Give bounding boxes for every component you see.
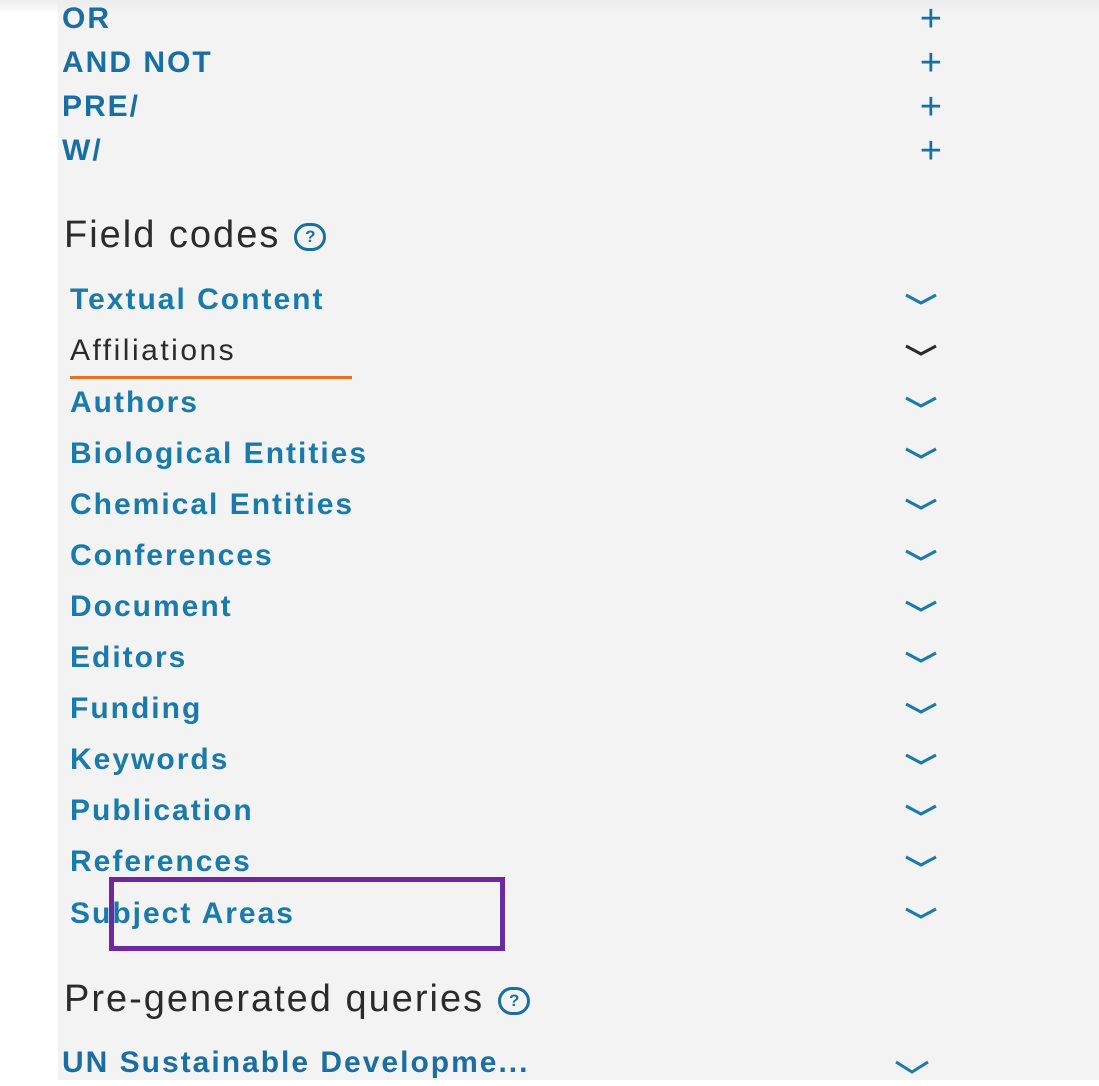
field-code-biological-entities[interactable]: Biological Entities — [70, 437, 938, 481]
field-code-textual-content[interactable]: Textual Content — [70, 283, 938, 327]
field-codes-title: Field codes — [64, 214, 281, 256]
chevron-down-icon[interactable] — [904, 802, 938, 820]
operator-label: W/ — [62, 134, 103, 167]
chevron-down-icon[interactable] — [904, 342, 938, 360]
field-codes-heading: Field codes? — [64, 214, 327, 257]
plus-icon[interactable]: + — [920, 42, 944, 85]
field-code-label: Keywords — [70, 743, 230, 776]
operator-w[interactable]: W/ + — [62, 130, 944, 174]
chevron-down-icon[interactable] — [894, 1058, 930, 1076]
operator-or[interactable]: OR + — [62, 0, 944, 42]
help-icon[interactable]: ? — [294, 222, 327, 251]
field-code-document[interactable]: Document — [70, 590, 938, 634]
pregenerated-item-un-sdg[interactable]: UN Sustainable Developme... — [62, 1046, 932, 1086]
field-code-label: Conferences — [70, 539, 274, 572]
highlight-box-subject-areas — [109, 877, 505, 951]
field-code-label-active: Affiliations — [70, 334, 237, 367]
chevron-down-icon[interactable] — [904, 394, 938, 412]
chevron-down-icon[interactable] — [904, 598, 938, 616]
plus-icon[interactable]: + — [920, 86, 944, 129]
field-code-label: Chemical Entities — [70, 488, 355, 521]
field-code-label: References — [70, 845, 252, 878]
field-code-editors[interactable]: Editors — [70, 641, 938, 685]
field-code-label: Editors — [70, 641, 188, 674]
field-code-label: Publication — [70, 794, 254, 827]
pregenerated-queries-heading: Pre-generated queries? — [64, 978, 531, 1021]
help-icon[interactable]: ? — [498, 986, 531, 1015]
field-code-publication[interactable]: Publication — [70, 794, 938, 838]
field-code-label: Biological Entities — [70, 437, 369, 470]
field-code-label: Textual Content — [70, 283, 325, 316]
operator-label: PRE/ — [62, 90, 141, 123]
operator-pre[interactable]: PRE/ + — [62, 86, 944, 130]
field-code-funding[interactable]: Funding — [70, 692, 938, 736]
chevron-down-icon[interactable] — [904, 547, 938, 565]
chevron-down-icon[interactable] — [904, 700, 938, 718]
pregenerated-queries-title: Pre-generated queries — [64, 978, 485, 1020]
active-underline — [70, 376, 352, 379]
field-code-authors[interactable]: Authors — [70, 386, 938, 430]
field-code-chemical-entities[interactable]: Chemical Entities — [70, 488, 938, 532]
field-code-affiliations[interactable]: Affiliations — [70, 334, 938, 379]
chevron-down-icon[interactable] — [904, 649, 938, 667]
operator-label: AND NOT — [62, 46, 213, 79]
field-code-keywords[interactable]: Keywords — [70, 743, 938, 787]
plus-icon[interactable]: + — [920, 0, 944, 41]
chevron-down-icon[interactable] — [904, 751, 938, 769]
chevron-down-icon[interactable] — [904, 291, 938, 309]
chevron-down-icon[interactable] — [904, 445, 938, 463]
plus-icon[interactable]: + — [920, 130, 944, 173]
chevron-down-icon[interactable] — [904, 496, 938, 514]
field-code-label: Authors — [70, 386, 199, 419]
operator-label: OR — [62, 2, 111, 35]
field-code-conferences[interactable]: Conferences — [70, 539, 938, 583]
field-code-label: Funding — [70, 692, 203, 725]
field-code-label: Document — [70, 590, 233, 623]
pregenerated-item-label: UN Sustainable Developme... — [62, 1046, 530, 1079]
chevron-down-icon[interactable] — [904, 905, 938, 923]
operator-and-not[interactable]: AND NOT + — [62, 42, 944, 86]
chevron-down-icon[interactable] — [904, 853, 938, 871]
